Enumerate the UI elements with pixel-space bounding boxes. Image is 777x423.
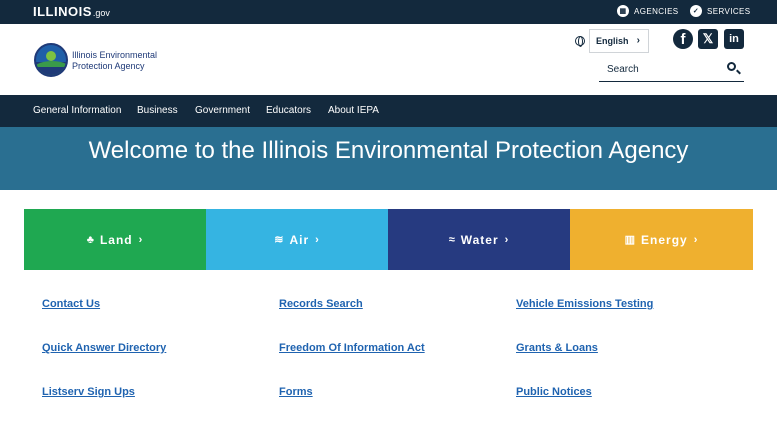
language-label: English (596, 36, 629, 46)
link-forms[interactable]: Forms (279, 386, 313, 398)
state-suffix: .gov (92, 8, 110, 18)
link-quick-answer-directory[interactable]: Quick Answer Directory (42, 342, 166, 354)
tile-energy-label: Energy (641, 232, 688, 247)
globe-icon (575, 36, 585, 47)
agency-name[interactable]: Illinois Environmental Protection Agency (72, 50, 172, 72)
link-records-search[interactable]: Records Search (279, 298, 363, 310)
chevron-right-icon: › (636, 35, 640, 46)
link-listserv-sign-ups[interactable]: Listserv Sign Ups (42, 386, 135, 398)
services-icon: ✓ (690, 5, 702, 17)
tile-land-label: Land (99, 232, 133, 247)
tile-energy[interactable]: ▥ Energy › (570, 209, 753, 270)
chevron-right-icon: › (504, 233, 510, 246)
building-icon: ▥ (624, 234, 636, 246)
link-public-notices[interactable]: Public Notices (516, 386, 592, 398)
link-grants-loans[interactable]: Grants & Loans (516, 342, 598, 354)
agencies-icon: ▦ (617, 5, 629, 17)
site-header: Illinois Environmental Protection Agency… (0, 24, 777, 95)
linkedin-icon[interactable]: in (724, 29, 744, 49)
nav-item-educators[interactable]: Educators (266, 105, 311, 116)
tile-air[interactable]: ≋ Air › (206, 209, 388, 270)
search-icon[interactable] (727, 62, 736, 71)
agency-name-line1: Illinois Environmental (72, 50, 158, 60)
agency-name-line2: Protection Agency (72, 61, 145, 71)
state-top-bar: ILLINOIS.gov ▦ AGENCIES ✓ SERVICES (0, 0, 777, 24)
wind-icon: ≋ (274, 234, 284, 246)
tile-water-label: Water (460, 232, 499, 247)
hero-banner: Welcome to the Illinois Environmental Pr… (0, 127, 777, 190)
state-name: ILLINOIS (33, 4, 92, 19)
agencies-label: AGENCIES (634, 6, 679, 16)
tree-icon: ♣ (86, 233, 94, 246)
main-nav: General Information Business Government … (0, 95, 777, 127)
facebook-icon[interactable]: f (673, 29, 693, 49)
tile-water[interactable]: ≈ Water › (388, 209, 570, 270)
illinois-gov-logo[interactable]: ILLINOIS.gov (33, 4, 110, 19)
services-label: SERVICES (707, 6, 751, 16)
services-link[interactable]: ✓ SERVICES (690, 5, 751, 17)
link-freedom-of-information-act[interactable]: Freedom Of Information Act (279, 342, 425, 354)
search-input[interactable] (607, 61, 717, 77)
iepa-logo-icon[interactable] (34, 43, 68, 77)
waves-icon: ≈ (448, 233, 455, 246)
link-contact-us[interactable]: Contact Us (42, 298, 100, 310)
nav-item-business[interactable]: Business (137, 105, 178, 116)
page-title: Welcome to the Illinois Environmental Pr… (88, 137, 689, 164)
nav-item-about-iepa[interactable]: About IEPA (328, 105, 379, 116)
tile-air-label: Air (289, 232, 310, 247)
language-selector[interactable]: English › (589, 29, 649, 53)
search-box (599, 58, 744, 82)
chevron-right-icon: › (693, 233, 699, 246)
chevron-right-icon: › (138, 233, 144, 246)
nav-item-general-information[interactable]: General Information (33, 105, 121, 116)
chevron-right-icon: › (315, 233, 320, 246)
tile-land[interactable]: ♣ Land › (24, 209, 206, 270)
nav-item-government[interactable]: Government (195, 105, 250, 116)
agencies-link[interactable]: ▦ AGENCIES (617, 5, 679, 17)
link-vehicle-emissions-testing[interactable]: Vehicle Emissions Testing (516, 298, 653, 310)
x-icon[interactable]: 𝕏 (698, 29, 718, 49)
